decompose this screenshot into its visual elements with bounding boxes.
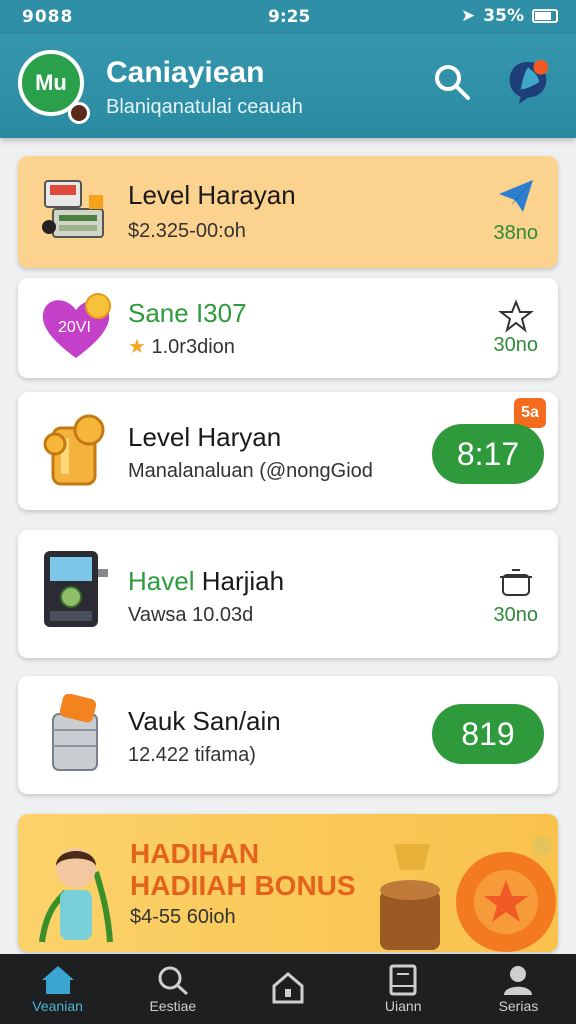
list-card-5[interactable]: Vauk San/ain 12.422 tifama) 819 (18, 676, 558, 794)
heart-badge-icon: 20VI (36, 286, 116, 366)
search-button[interactable] (430, 60, 474, 104)
pot-icon (496, 562, 536, 602)
nav-label: Uiann (384, 998, 422, 1014)
status-left-text: 9088 (22, 7, 74, 27)
book-icon (389, 964, 417, 996)
card-subtitle: ★ 1.0r3dion (128, 334, 235, 359)
nav-label: Serias (498, 998, 539, 1014)
status-right: ➤ 35% (461, 6, 558, 26)
coin-glass-icon (36, 410, 116, 490)
star-outline-icon (496, 296, 536, 336)
card-title: Havel Harjiah (128, 566, 284, 597)
bonus-title-line-1: HADIHAN (130, 838, 260, 869)
treasure-illustration (374, 818, 558, 952)
page-subtitle: Blaniqanatulai ceauah (106, 96, 303, 118)
house-outline-icon (272, 972, 304, 1004)
card-value: 30no (493, 334, 539, 356)
calculator-art-icon (36, 170, 116, 250)
battery-icon (532, 9, 558, 23)
time-pill[interactable]: 8:17 (432, 424, 544, 484)
card-subtitle: Manalanaluan (@nongGiod (128, 460, 373, 482)
card-subtitle: 12.422 tifama) (128, 744, 256, 766)
heart-badge-label: 20VI (58, 319, 91, 336)
person-icon (504, 966, 533, 995)
star-icon: ★ (128, 336, 146, 358)
card-subtitle: Vawsa 10.03d (128, 604, 254, 626)
list-card-4[interactable]: Havel Harjiah Vawsa 10.03d 30no (18, 530, 558, 658)
chat-icon (509, 60, 549, 104)
battery-text: 35% (483, 6, 524, 26)
tin-can-icon (36, 694, 116, 774)
paper-plane-icon (496, 176, 536, 216)
card-title: Vauk San/ain (128, 706, 281, 736)
phone-device-icon (36, 550, 116, 630)
card-title-highlight: Havel (128, 566, 195, 596)
page-title: Caniayiean (106, 56, 265, 89)
location-icon: ➤ (461, 6, 476, 26)
app-bar: Mu Caniayiean Blaniqanatulai ceauah (0, 34, 576, 138)
bonus-banner[interactable]: HADIHAN HADIIAH BONUS $4-55 60ioh (18, 814, 558, 952)
card-value: 30no (493, 604, 539, 626)
bonus-title-line-2: HADIIAH BONUS (130, 870, 356, 901)
time-pill[interactable]: 819 (432, 704, 544, 764)
status-bar: 9088 9:25 ➤ 35% (0, 0, 576, 34)
chat-button[interactable] (506, 60, 550, 104)
nav-label: Eestiae (149, 998, 197, 1014)
card-value: 38no (493, 222, 539, 244)
card-title: Sane I307 (128, 298, 247, 328)
card-subtitle-text: 1.0r3dion (151, 336, 235, 358)
card-title-rest: Harjiah (194, 566, 285, 596)
logo-badge (68, 102, 90, 124)
home-icon (41, 966, 74, 994)
search-icon (158, 966, 188, 996)
status-time: 9:25 (268, 7, 311, 27)
nav-item-search[interactable]: Eestiae (115, 954, 230, 1024)
nav-label: Veanian (32, 998, 83, 1014)
nav-item-profile[interactable]: Serias (461, 954, 576, 1024)
bottom-nav: Veanian Eestiae Uiann Serias (0, 954, 576, 1024)
search-icon (435, 65, 470, 100)
nav-item-home[interactable]: Veanian (0, 954, 115, 1024)
list-card-1[interactable]: Level Harayan $2.325-00:oh 38no (18, 156, 558, 268)
cartoon-girl-illustration (36, 832, 126, 948)
card-title: Level Harayan (128, 180, 296, 210)
list-card-3[interactable]: Level Haryan Manalanaluan (@nongGiod 5a … (18, 392, 558, 510)
nav-item-book[interactable]: Uiann (346, 954, 461, 1024)
logo-text: Mu (35, 70, 67, 95)
bonus-amount: $4-55 60ioh (130, 906, 236, 928)
card-title: Level Haryan (128, 422, 282, 452)
list-card-2[interactable]: 20VI Sane I307 ★ 1.0r3dion 30no (18, 278, 558, 378)
nav-item-house[interactable] (230, 954, 345, 1024)
card-subtitle: $2.325-00:oh (128, 220, 246, 242)
